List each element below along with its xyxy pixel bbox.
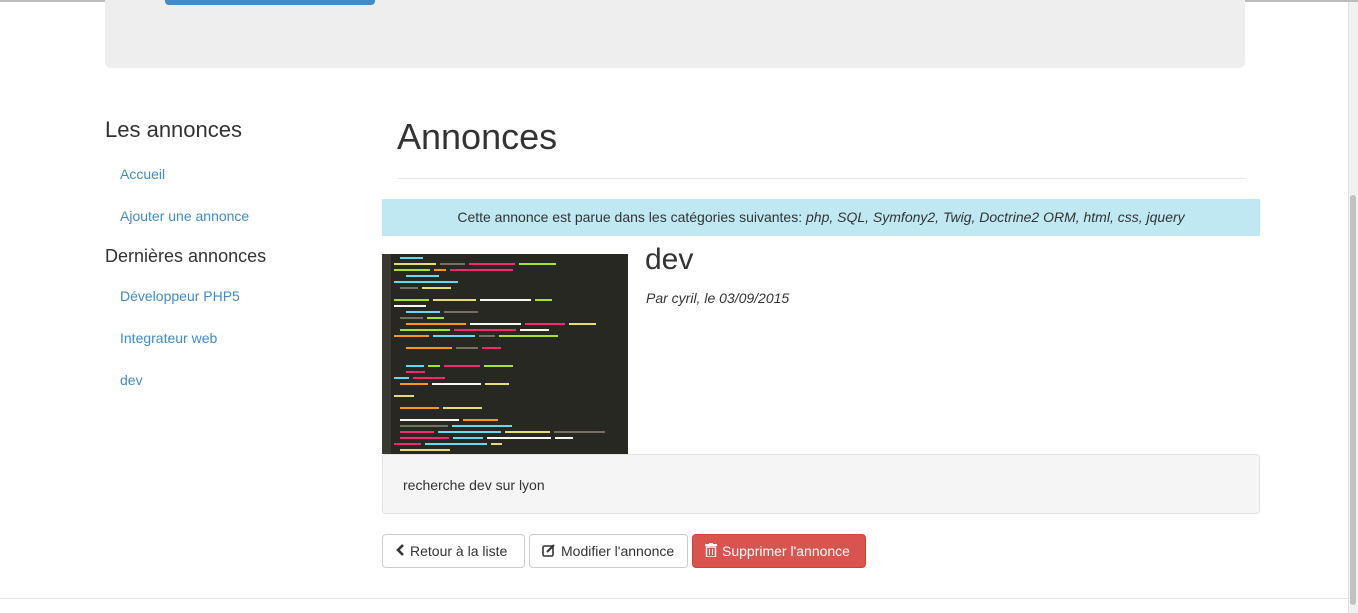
delete-advert-button[interactable]: Supprimer l'annonce: [692, 534, 866, 568]
nav-link-accueil[interactable]: Accueil: [120, 166, 165, 182]
code-screenshot-image: [382, 254, 605, 454]
header-button[interactable]: [165, 0, 375, 5]
nav-link-ajouter-annonce[interactable]: Ajouter une annonce: [120, 208, 249, 224]
back-to-list-label: Retour à la liste: [410, 543, 508, 559]
sidebar-title: Les annonces: [105, 117, 242, 142]
recent-advert-link[interactable]: Développeur PHP5: [120, 288, 240, 304]
categories-prefix: Cette annonce est parue dans les catégor…: [457, 209, 806, 225]
advert-meta: Par cyril, le 03/09/2015: [646, 290, 790, 306]
header-jumbotron: [105, 0, 1245, 68]
chevron-left-icon: [395, 543, 405, 559]
footer-divider: [0, 598, 1358, 599]
advert-content-text: recherche dev sur lyon: [403, 477, 545, 493]
advert-content: recherche dev sur lyon: [382, 454, 1260, 514]
scrollbar-thumb[interactable]: [1350, 195, 1356, 605]
back-to-list-button[interactable]: Retour à la liste: [382, 534, 525, 568]
delete-advert-label: Supprimer l'annonce: [722, 543, 850, 559]
trash-icon: [705, 542, 717, 560]
edit-icon: [542, 543, 556, 560]
recent-advert-link[interactable]: Integrateur web: [120, 330, 217, 346]
title-divider: [397, 178, 1245, 179]
categories-list: php, SQL, Symfony2, Twig, Doctrine2 ORM,…: [806, 209, 1185, 225]
recent-adverts-title: Dernières annonces: [105, 246, 267, 266]
advert-title: dev: [645, 243, 694, 276]
recent-advert-link[interactable]: dev: [120, 372, 143, 388]
edit-advert-label: Modifier l'annonce: [561, 543, 675, 559]
page-title: Annonces: [397, 116, 558, 157]
edit-advert-button[interactable]: Modifier l'annonce: [529, 534, 688, 568]
advert-image: [382, 254, 628, 454]
categories-alert: Cette annonce est parue dans les catégor…: [382, 199, 1260, 236]
